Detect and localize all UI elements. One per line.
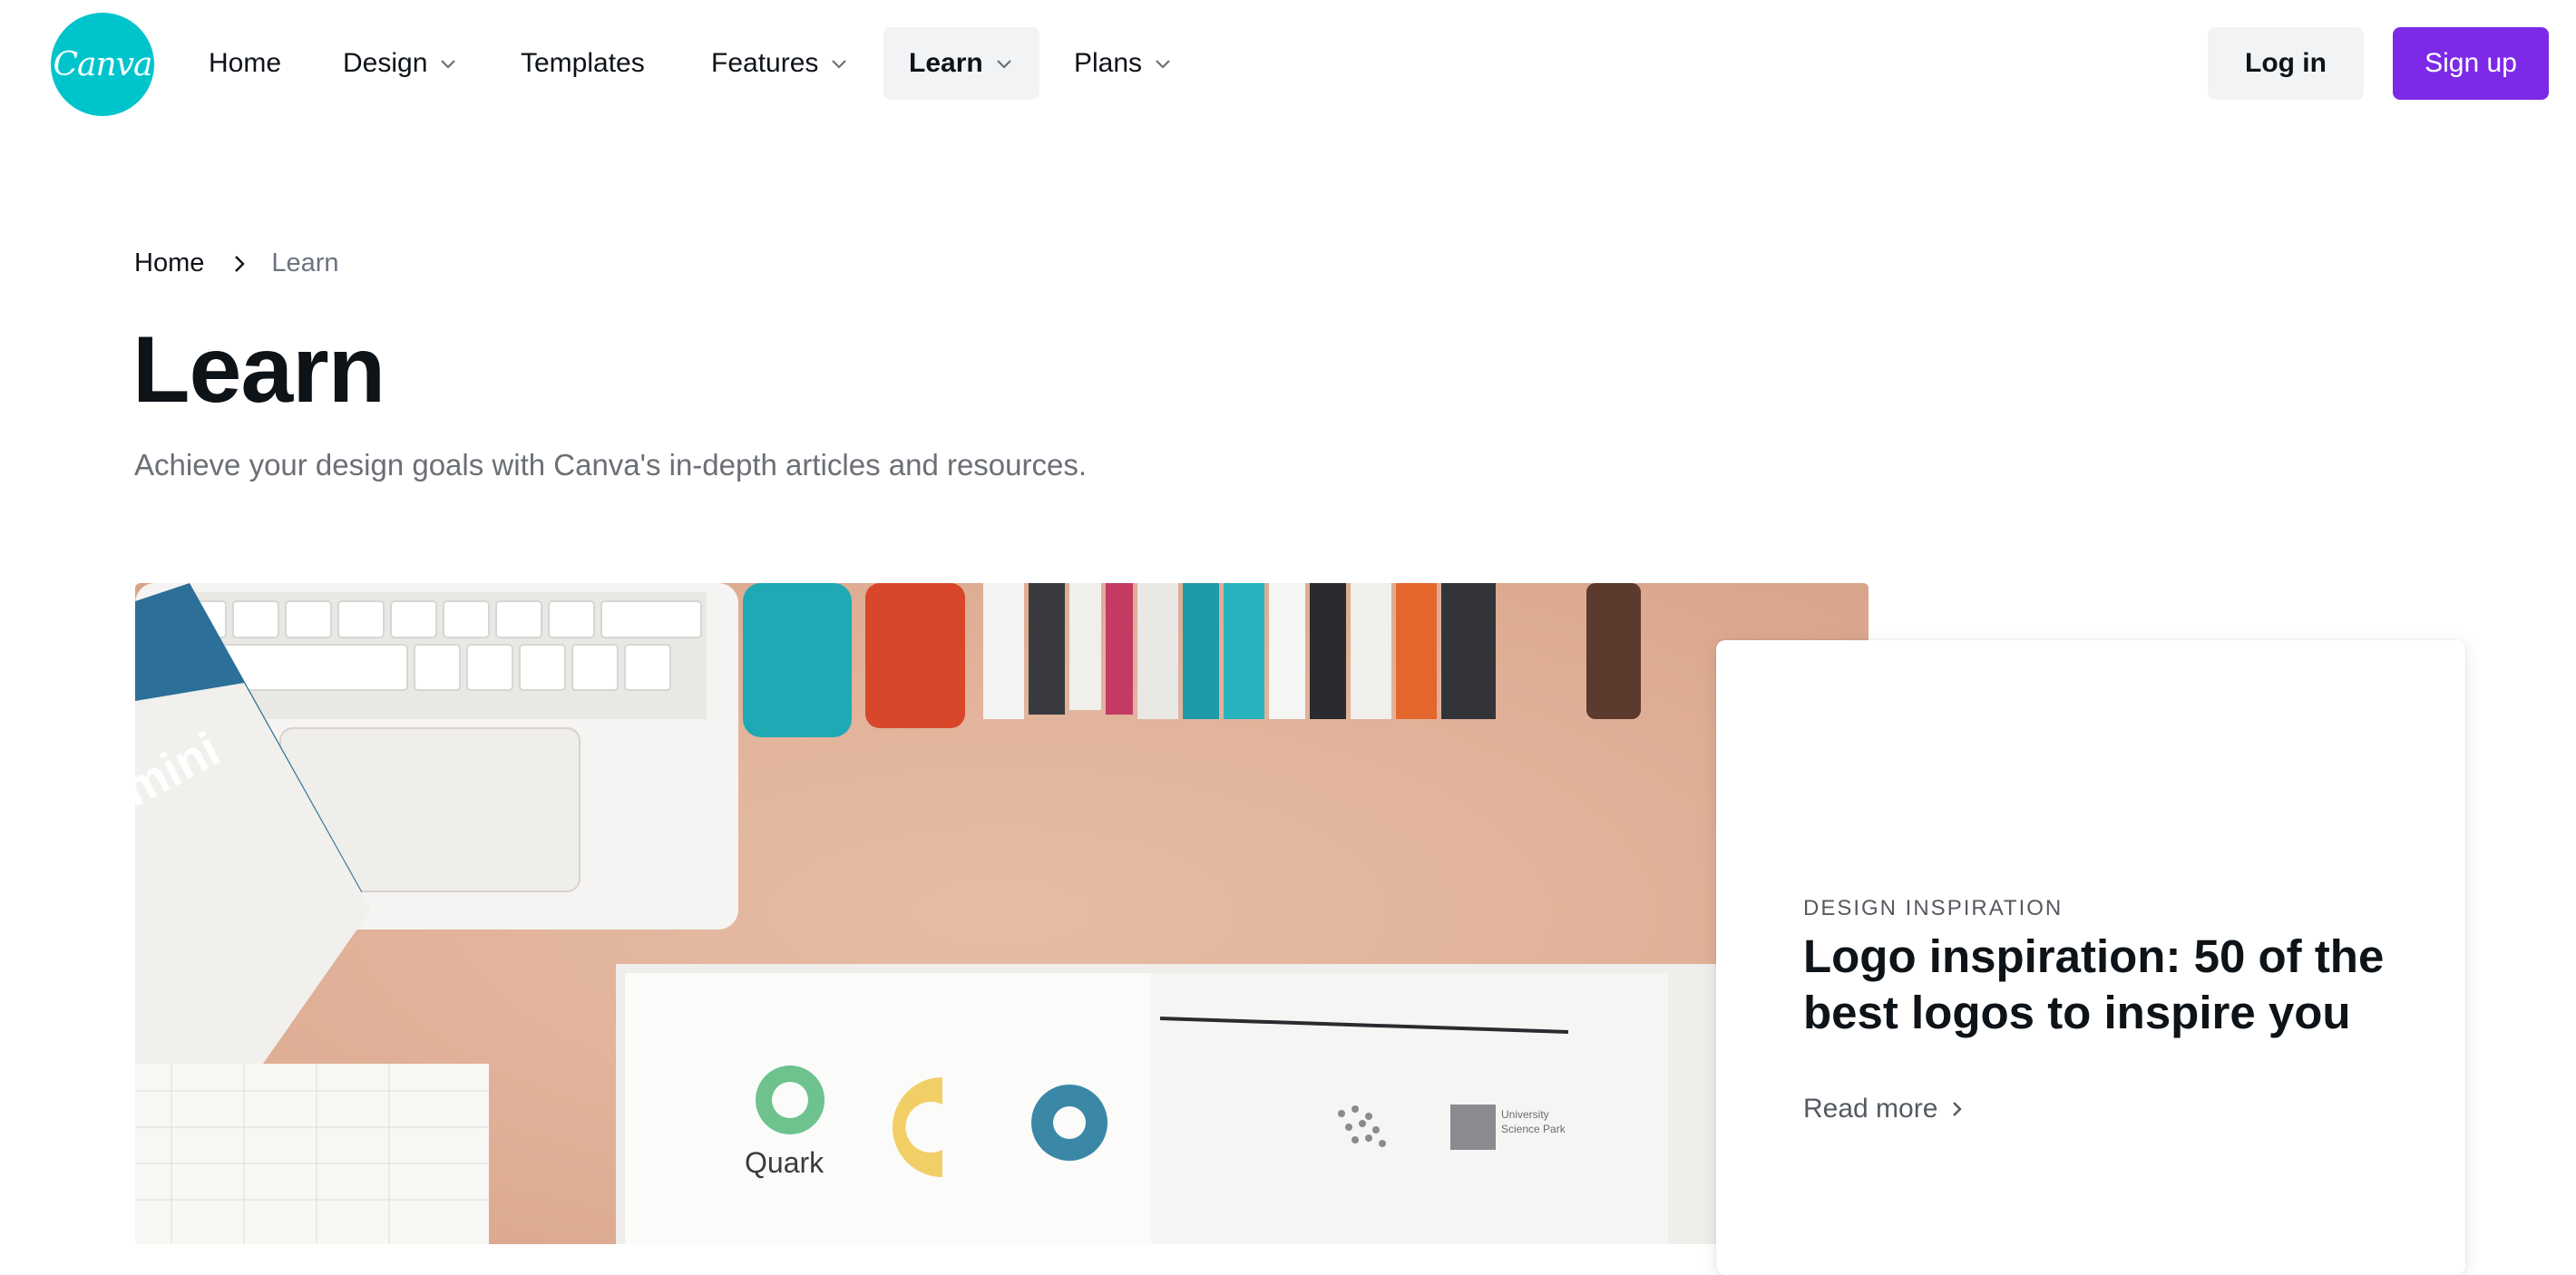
nav-home-label: Home: [209, 48, 282, 78]
nav-learn[interactable]: Learn: [883, 27, 1039, 100]
nav-design-label: Design: [343, 48, 428, 78]
featured-article-image[interactable]: mini Quark University Science Park: [135, 583, 1869, 1244]
breadcrumb-home-link[interactable]: Home: [134, 248, 204, 278]
nav-home[interactable]: Home: [183, 27, 307, 100]
book-text-park: University: [1501, 1108, 1549, 1121]
chevron-right-icon: [235, 255, 246, 272]
page-subtitle: Achieve your design goals with Canva's i…: [134, 448, 1088, 482]
canva-logo[interactable]: Canva: [51, 13, 154, 116]
desk-illustration: mini Quark University Science Park: [135, 583, 1869, 1244]
chevron-down-icon: [996, 60, 1011, 69]
chevron-down-icon: [441, 60, 456, 69]
chevron-down-icon: [832, 60, 847, 69]
nav-templates-label: Templates: [521, 48, 645, 78]
nav-features[interactable]: Features: [686, 27, 874, 100]
nav-plans[interactable]: Plans: [1049, 27, 1198, 100]
read-more-label: Read more: [1803, 1094, 1938, 1124]
top-navigation: Canva Home Design Templates Features Lea…: [0, 0, 2576, 127]
svg-text:Science Park: Science Park: [1501, 1123, 1566, 1135]
nav-templates[interactable]: Templates: [495, 27, 670, 100]
breadcrumb: Home Learn: [134, 248, 339, 278]
signup-button[interactable]: Sign up: [2393, 27, 2549, 100]
chevron-down-icon: [1156, 60, 1170, 69]
nav-design[interactable]: Design: [317, 27, 483, 100]
nav-learn-label: Learn: [909, 48, 983, 78]
article-category: DESIGN INSPIRATION: [1803, 896, 2064, 920]
featured-article-card[interactable]: DESIGN INSPIRATION Logo inspiration: 50 …: [1716, 640, 2465, 1275]
article-title[interactable]: Logo inspiration: 50 of the best logos t…: [1803, 929, 2402, 1041]
page-title: Learn: [132, 317, 385, 423]
nav-features-label: Features: [711, 48, 819, 78]
read-more-link[interactable]: Read more: [1803, 1094, 1965, 1124]
breadcrumb-current: Learn: [271, 248, 339, 277]
login-button[interactable]: Log in: [2208, 27, 2364, 100]
chevron-right-icon: [1953, 1102, 1963, 1116]
nav-plans-label: Plans: [1074, 48, 1143, 78]
book-text-quark: Quark: [745, 1146, 825, 1179]
